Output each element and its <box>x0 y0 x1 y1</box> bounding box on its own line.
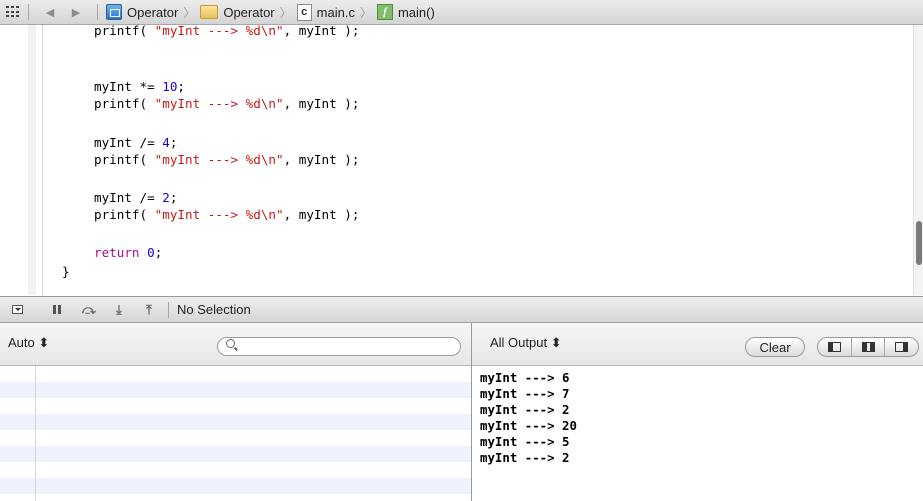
breadcrumb-label: Operator <box>127 4 179 20</box>
project-icon <box>106 4 122 20</box>
debug-bar: ⤼ ⤓ ⤒ No Selection <box>0 296 923 323</box>
step-into-button[interactable]: ⤓ <box>106 302 132 318</box>
code-line: } <box>62 264 70 279</box>
code-line: return 0; <box>94 245 163 260</box>
code-line: myInt /= 4; <box>94 135 178 150</box>
scrollbar-thumb[interactable] <box>916 221 922 265</box>
console-line: myInt ---> 2 <box>480 402 570 417</box>
related-items-grid-icon <box>6 6 20 18</box>
separator <box>28 4 29 20</box>
variables-gutter <box>35 366 36 501</box>
code-line: printf( "myInt ---> %d\n", myInt ); <box>94 207 360 222</box>
breadcrumb-project[interactable]: Operator <box>106 4 178 20</box>
breadcrumb-label: main() <box>397 4 435 20</box>
chevron-right-icon: 〉 <box>359 5 372 20</box>
code-line: myInt /= 2; <box>94 190 178 205</box>
code-folding-ribbon[interactable] <box>28 25 36 295</box>
show-variables-button[interactable] <box>818 338 851 356</box>
code-line: myInt *= 10; <box>94 79 186 94</box>
code-line: printf( "myInt ---> %d\n", myInt ); <box>94 152 360 167</box>
console-line: myInt ---> 5 <box>480 434 570 449</box>
gutter-divider <box>42 25 43 295</box>
function-icon: f <box>376 4 393 20</box>
breadcrumb-label: main.c <box>316 4 355 20</box>
step-over-icon: ⤼ <box>82 301 96 317</box>
separator <box>97 4 98 20</box>
toggle-console-button[interactable] <box>4 305 30 314</box>
pause-button[interactable] <box>44 305 70 314</box>
clear-console-button[interactable]: Clear <box>745 337 805 357</box>
search-icon <box>226 339 235 348</box>
chevron-right-icon: 〉 <box>279 5 292 20</box>
variable-row <box>0 478 471 494</box>
variable-row <box>0 462 471 478</box>
pause-icon <box>53 305 61 314</box>
show-console-button[interactable] <box>884 338 918 356</box>
show-both-button[interactable] <box>850 338 885 356</box>
variable-row <box>0 398 471 414</box>
breadcrumb-group[interactable]: Operator <box>200 4 275 20</box>
console-output[interactable]: myInt ---> 6 myInt ---> 7 myInt ---> 2 m… <box>472 366 923 501</box>
step-out-button[interactable]: ⤒ <box>136 302 162 318</box>
console-line: myInt ---> 20 <box>480 418 577 433</box>
step-into-icon: ⤓ <box>116 301 122 317</box>
breadcrumb-file[interactable]: c main.c <box>296 3 355 21</box>
scope-popup[interactable]: Auto ⬍ <box>8 335 49 351</box>
variables-search-input[interactable] <box>217 337 461 356</box>
console-line: myInt ---> 6 <box>480 370 570 385</box>
selection-label: No Selection <box>177 302 251 317</box>
forward-arrow-icon[interactable]: ▶ <box>68 6 84 19</box>
variable-row <box>0 366 471 382</box>
back-arrow-icon[interactable]: ◀ <box>42 6 58 19</box>
variable-row <box>0 446 471 462</box>
variable-row <box>0 382 471 398</box>
chevron-right-icon: 〉 <box>183 5 196 20</box>
c-file-icon: c <box>296 3 312 21</box>
toggle-console-icon <box>11 305 23 314</box>
console-pane-icon <box>895 342 909 352</box>
separator <box>168 301 169 318</box>
console-line: myInt ---> 2 <box>480 450 570 465</box>
split-pane-icon <box>861 342 875 352</box>
pane-layout-toggle[interactable] <box>817 337 919 357</box>
step-out-icon: ⤒ <box>146 301 152 317</box>
output-filter-popup[interactable]: All Output ⬍ <box>490 335 562 351</box>
code-line: printf( "myInt ---> %d\n", myInt ); <box>94 96 360 111</box>
source-editor[interactable]: printf( "myInt ---> %d\n", myInt ); myIn… <box>0 25 923 295</box>
code-line: printf( "myInt ---> %d\n", myInt ); <box>94 25 360 38</box>
console-line: myInt ---> 7 <box>480 386 570 401</box>
folder-icon <box>200 5 219 19</box>
variables-view[interactable] <box>0 366 471 501</box>
related-items-button[interactable] <box>0 0 20 24</box>
variable-row <box>0 430 471 446</box>
breadcrumb-label: Operator <box>223 4 275 20</box>
jump-bar: ◀ ▶ Operator 〉 Operator 〉 c main.c 〉 f m… <box>0 0 923 25</box>
step-over-button[interactable]: ⤼ <box>76 302 102 318</box>
breadcrumb-function[interactable]: f main() <box>376 4 435 20</box>
variable-row <box>0 414 471 430</box>
variables-pane-icon <box>827 342 841 352</box>
editor-scrollbar[interactable] <box>913 25 923 295</box>
